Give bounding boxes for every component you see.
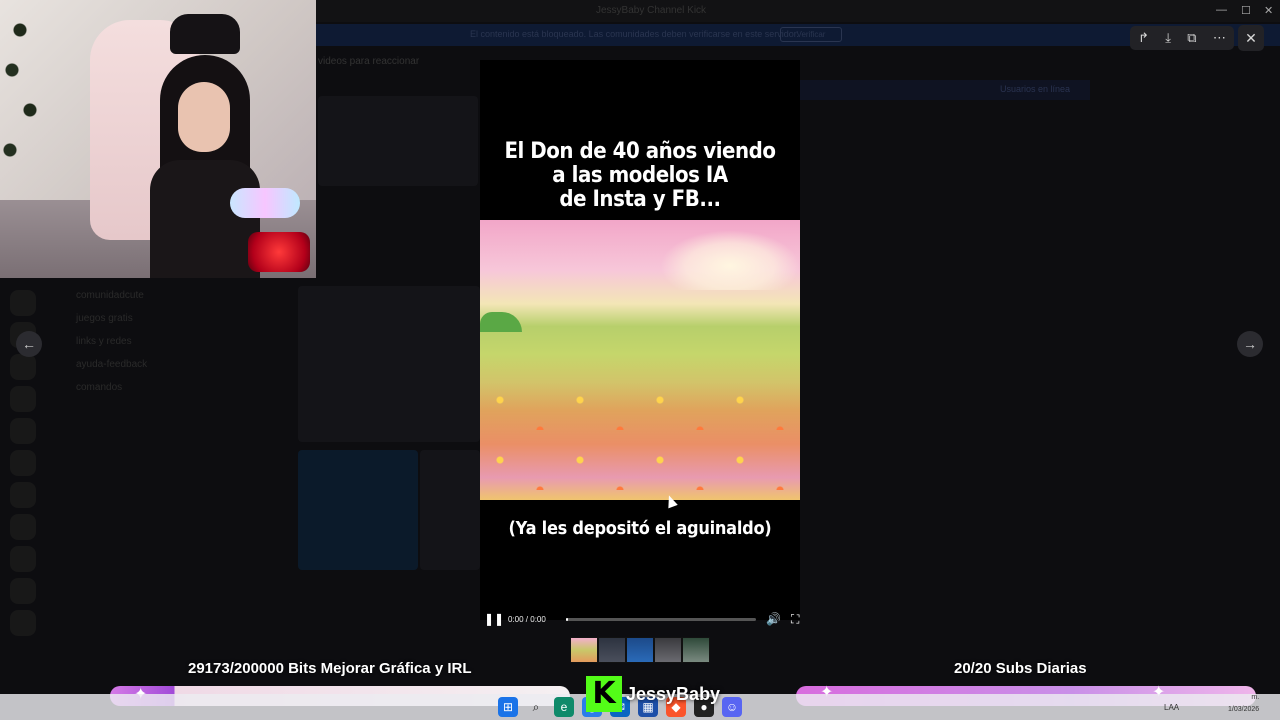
bits-goal-text: 29173/200000 Bits Mejorar Gráfica y IRL bbox=[188, 660, 472, 677]
more-icon[interactable]: ⋯ bbox=[1213, 30, 1226, 46]
edge-icon[interactable]: e bbox=[554, 697, 574, 717]
webcam-streamer-face bbox=[178, 82, 230, 152]
thumbnail[interactable] bbox=[682, 637, 710, 663]
message-video-tile[interactable] bbox=[420, 450, 480, 570]
webcam-microphone bbox=[230, 188, 300, 218]
streamer-brand: K JessyBaby bbox=[586, 676, 720, 712]
meme-title: El Don de 40 años viendo a las modelos I… bbox=[496, 140, 784, 212]
meme-caption: (Ya les depositó el aguinaldo) bbox=[508, 518, 772, 539]
member-item[interactable] bbox=[1110, 166, 1270, 194]
subs-goal-text: 20/20 Subs Diarias bbox=[954, 660, 1087, 677]
server-icon[interactable] bbox=[10, 290, 36, 316]
channel-item[interactable]: juegos gratis bbox=[40, 313, 240, 336]
pause-icon[interactable]: ❚❚ bbox=[484, 612, 504, 626]
webcam-red-light bbox=[248, 232, 310, 272]
channel-title: videos para reaccionar bbox=[318, 56, 420, 67]
server-icon[interactable] bbox=[10, 578, 36, 604]
streamer-name: JessyBaby bbox=[626, 683, 721, 704]
webcam-feed bbox=[0, 0, 316, 278]
message-video-tile[interactable] bbox=[298, 286, 480, 442]
video-controls: ❚❚ 0:00 / 0:00 🔊 ⛶ bbox=[480, 608, 800, 630]
webcam-streamer-body bbox=[150, 160, 260, 278]
notice-banner-text: El contenido está bloqueado. Las comunid… bbox=[470, 29, 799, 39]
channel-list: comunidadcute juegos gratis links y rede… bbox=[40, 290, 240, 405]
members-header-label: Usuarios en línea bbox=[999, 84, 1070, 94]
volume-icon[interactable]: 🔊 bbox=[766, 612, 781, 626]
fullscreen-icon[interactable]: ⛶ bbox=[791, 612, 799, 627]
member-item[interactable] bbox=[1110, 138, 1270, 166]
message-video-tile[interactable] bbox=[298, 450, 418, 570]
server-icon[interactable] bbox=[10, 610, 36, 636]
notice-banner-button[interactable]: Verificar bbox=[780, 27, 842, 42]
video-time: 0:00 / 0:00 bbox=[508, 614, 546, 624]
webcam-hat bbox=[170, 14, 240, 54]
discord-icon[interactable]: ☺ bbox=[722, 697, 742, 717]
message-thumbnail[interactable] bbox=[318, 96, 478, 186]
close-viewer-button[interactable]: ✕ bbox=[1238, 25, 1264, 51]
server-icon[interactable] bbox=[10, 514, 36, 540]
meme-title-line: de Insta y FB... bbox=[559, 187, 721, 212]
member-list bbox=[1110, 110, 1270, 194]
thumbnail[interactable] bbox=[570, 637, 598, 663]
thumbnail[interactable] bbox=[598, 637, 626, 663]
maximize-icon[interactable]: ☐ bbox=[1241, 4, 1251, 17]
minimize-icon[interactable]: — bbox=[1216, 4, 1227, 16]
meme-flowers bbox=[480, 370, 800, 500]
viewer-toolbar: ↱ ⤓ ⧉ ⋯ bbox=[1130, 26, 1234, 50]
open-external-icon[interactable]: ⧉ bbox=[1187, 30, 1196, 46]
previous-arrow-icon[interactable]: ← bbox=[16, 331, 42, 357]
server-icon[interactable] bbox=[10, 386, 36, 412]
channel-item[interactable]: ayuda-feedback bbox=[40, 359, 240, 382]
server-icon[interactable] bbox=[10, 418, 36, 444]
clock-time: m. bbox=[1251, 694, 1260, 701]
server-icon[interactable] bbox=[10, 450, 36, 476]
clock-date: 1/03/2026 bbox=[1228, 706, 1260, 713]
download-icon[interactable]: ⤓ bbox=[1165, 30, 1171, 46]
channel-item[interactable]: comunidadcute bbox=[40, 290, 240, 313]
meme-flower-field-image bbox=[480, 220, 800, 500]
channel-item[interactable]: comandos bbox=[40, 382, 240, 405]
webcam-plant bbox=[0, 0, 60, 180]
meme-clouds bbox=[660, 230, 800, 290]
channel-item[interactable]: links y redes bbox=[40, 336, 240, 359]
tray-language[interactable]: LAA bbox=[1164, 703, 1179, 712]
meme-title-line: a las modelos IA bbox=[552, 163, 728, 188]
window-title: JessyBaby Channel Kick bbox=[596, 5, 707, 16]
share-icon[interactable]: ↱ bbox=[1138, 30, 1149, 46]
server-icon[interactable] bbox=[10, 354, 36, 380]
meme-tree bbox=[480, 312, 522, 332]
server-icon[interactable] bbox=[10, 482, 36, 508]
search-icon[interactable]: ⌕ bbox=[526, 697, 546, 717]
next-arrow-icon[interactable]: → bbox=[1237, 331, 1263, 357]
attachment-thumbnails bbox=[570, 637, 710, 663]
window-close-icon[interactable]: ✕ bbox=[1264, 4, 1273, 17]
meme-title-line: El Don de 40 años viendo bbox=[504, 139, 776, 164]
member-item[interactable] bbox=[1110, 110, 1270, 138]
kick-logo: K bbox=[586, 676, 622, 712]
taskbar-clock[interactable]: m. 1/03/2026 bbox=[1228, 692, 1259, 716]
server-icon[interactable] bbox=[10, 546, 36, 572]
video-progress-fill bbox=[566, 617, 568, 621]
video-progress-bar[interactable] bbox=[566, 617, 756, 621]
members-header: Usuarios en línea bbox=[800, 80, 1090, 100]
windows-icon[interactable]: ⊞ bbox=[498, 697, 518, 717]
meme-video[interactable]: El Don de 40 años viendo a las modelos I… bbox=[480, 60, 800, 620]
thumbnail[interactable] bbox=[626, 637, 654, 663]
thumbnail[interactable] bbox=[654, 637, 682, 663]
